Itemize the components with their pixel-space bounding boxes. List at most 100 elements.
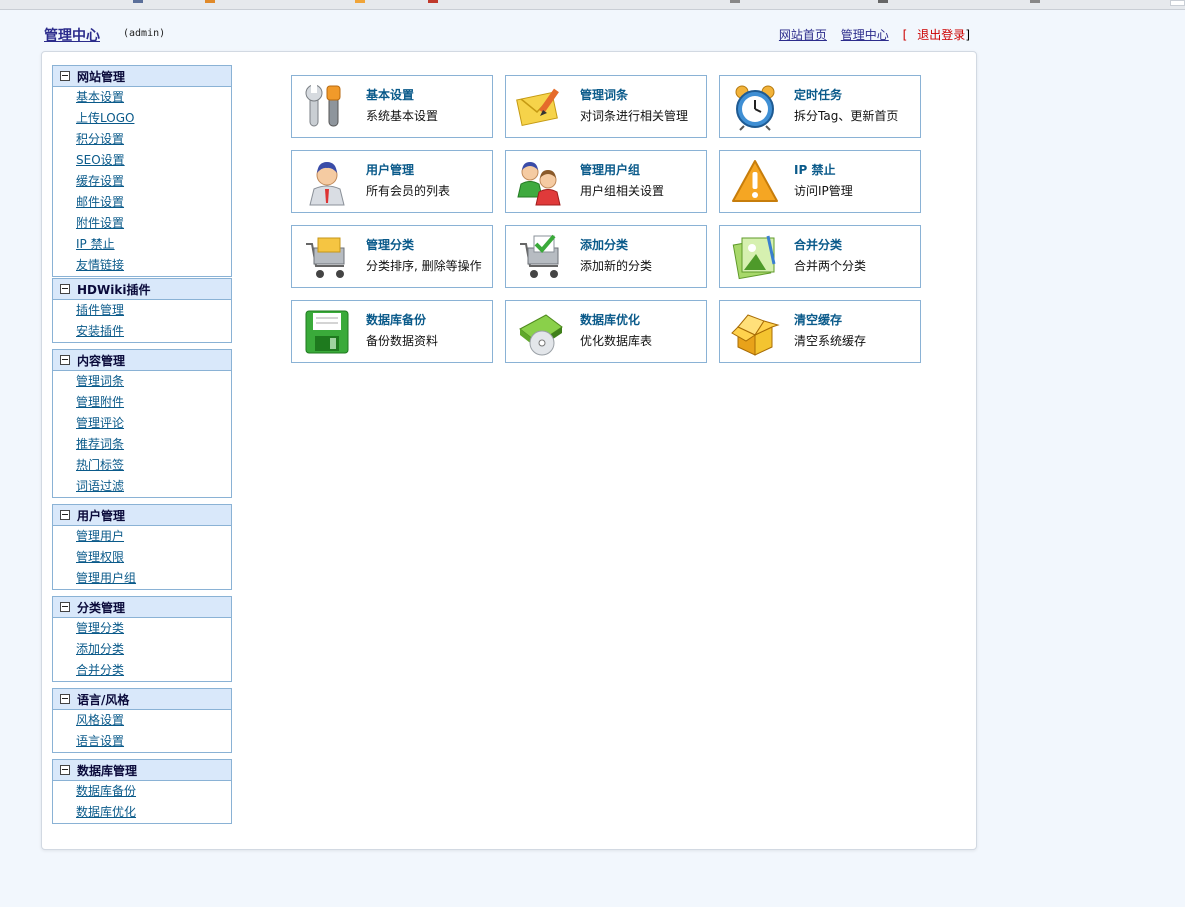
sidebar-item[interactable]: 推荐词条 [53, 434, 231, 455]
tile-description: 添加新的分类 [580, 259, 653, 273]
envelope-pencil-icon[interactable] [516, 82, 566, 132]
cart-folder-icon[interactable] [302, 232, 352, 282]
logout-link[interactable]: 退出登录 [917, 28, 965, 42]
window-corner [1170, 0, 1185, 6]
quick-tile[interactable]: IP 禁止 访问IP管理 [719, 150, 921, 213]
collapse-toggle-icon[interactable] [60, 602, 70, 612]
tab-favicon [133, 0, 143, 3]
quick-tile[interactable]: 管理词条对词条进行相关管理 [505, 75, 707, 138]
page-title[interactable]: 管理中心 [44, 25, 100, 45]
quick-tile[interactable]: 清空缓存清空系统缓存 [719, 300, 921, 363]
sidebar-item[interactable]: 安装插件 [53, 321, 231, 342]
cart-add-icon[interactable] [516, 232, 566, 282]
menu-group-header[interactable]: HDWiki插件 [53, 279, 231, 300]
bracket-open: [ [902, 28, 908, 42]
sidebar-item[interactable]: 管理用户组 [53, 568, 231, 589]
tile-description: 优化数据库表 [580, 334, 653, 348]
menu-group: 语言/风格风格设置 语言设置 [52, 688, 232, 753]
tile-title[interactable]: 管理词条 [580, 86, 628, 103]
menu-group-header[interactable]: 网站管理 [53, 66, 231, 87]
tile-title[interactable]: 管理用户组 [580, 161, 640, 178]
quick-tile[interactable]: 用户管理 所有会员的列表 [291, 150, 493, 213]
admin-center-link[interactable]: 管理中心 [841, 28, 889, 42]
floppy-disk-icon[interactable] [302, 307, 352, 357]
sidebar-item[interactable]: 语言设置 [53, 731, 231, 752]
tools-icon[interactable] [302, 82, 352, 132]
sidebar-item[interactable]: 词语过滤 [53, 476, 231, 497]
sidebar-item[interactable]: 附件设置 [53, 213, 231, 234]
sidebar-item[interactable]: 管理评论 [53, 413, 231, 434]
collapse-toggle-icon[interactable] [60, 765, 70, 775]
quick-tile[interactable]: 定时任务拆分Tag、更新首页 [719, 75, 921, 138]
menu-group-header[interactable]: 分类管理 [53, 597, 231, 618]
tile-title[interactable]: 数据库备份 [366, 311, 426, 328]
tile-description: 清空系统缓存 [794, 334, 867, 348]
tile-title[interactable]: IP 禁止 [794, 161, 835, 178]
sidebar-item[interactable]: IP 禁止 [53, 234, 231, 255]
collapse-toggle-icon[interactable] [60, 355, 70, 365]
menu-group: 内容管理管理词条 管理附件 管理评论 推荐词条 热门标签 词语过滤 [52, 349, 232, 498]
quick-tile[interactable]: 管理用户组 用户组相关设置 [505, 150, 707, 213]
sidebar-item[interactable]: 合并分类 [53, 660, 231, 681]
sidebar-item[interactable]: 积分设置 [53, 129, 231, 150]
sidebar-item[interactable]: 邮件设置 [53, 192, 231, 213]
menu-group-title: 用户管理 [77, 508, 126, 523]
alarm-clock-icon[interactable] [730, 82, 780, 132]
sidebar-item[interactable]: 友情链接 [53, 255, 231, 276]
users-group-icon[interactable] [516, 157, 566, 207]
menu-group-header[interactable]: 数据库管理 [53, 760, 231, 781]
sidebar-item[interactable]: 管理分类 [53, 618, 231, 639]
menu-group-title: 分类管理 [77, 600, 126, 615]
user-icon[interactable] [302, 157, 352, 207]
sidebar-item[interactable]: 管理用户 [53, 526, 231, 547]
disc-icon[interactable] [516, 307, 566, 357]
menu-group-header[interactable]: 语言/风格 [53, 689, 231, 710]
open-box-icon[interactable] [730, 307, 780, 357]
collapse-toggle-icon[interactable] [60, 694, 70, 704]
tile-title[interactable]: 合并分类 [794, 236, 842, 253]
sidebar-item[interactable]: 插件管理 [53, 300, 231, 321]
sidebar-item[interactable]: 管理附件 [53, 392, 231, 413]
tile-title[interactable]: 数据库优化 [580, 311, 640, 328]
sidebar-item[interactable]: 基本设置 [53, 87, 231, 108]
tile-description: 拆分Tag、更新首页 [794, 109, 899, 123]
tile-title[interactable]: 定时任务 [794, 86, 842, 103]
tile-title[interactable]: 清空缓存 [794, 311, 842, 328]
sidebar-item[interactable]: 添加分类 [53, 639, 231, 660]
quick-tile[interactable]: 数据库备份 备份数据资料 [291, 300, 493, 363]
tile-title[interactable]: 基本设置 [366, 86, 414, 103]
sidebar-item[interactable]: 上传LOGO [53, 108, 231, 129]
menu-group-header[interactable]: 内容管理 [53, 350, 231, 371]
collapse-toggle-icon[interactable] [60, 284, 70, 294]
sidebar-item[interactable]: 缓存设置 [53, 171, 231, 192]
quick-tile[interactable]: 数据库优化优化数据库表 [505, 300, 707, 363]
quick-tile[interactable]: 基本设置 系统基本设置 [291, 75, 493, 138]
menu-group-header[interactable]: 用户管理 [53, 505, 231, 526]
menu-group: 用户管理管理用户 管理权限 管理用户组 [52, 504, 232, 590]
site-home-link[interactable]: 网站首页 [779, 28, 827, 42]
tile-description: 对词条进行相关管理 [580, 109, 689, 123]
tile-title[interactable]: 添加分类 [580, 236, 628, 253]
menu-group-title: 语言/风格 [77, 692, 130, 707]
logout-wrapper: [退出登录] [903, 28, 970, 42]
sidebar-item[interactable]: 管理词条 [53, 371, 231, 392]
sidebar-item[interactable]: 风格设置 [53, 710, 231, 731]
sidebar-item[interactable]: 数据库优化 [53, 802, 231, 823]
menu-group-title: 内容管理 [77, 353, 126, 368]
tile-title[interactable]: 用户管理 [366, 161, 414, 178]
tab-favicon [878, 0, 888, 3]
collapse-toggle-icon[interactable] [60, 71, 70, 81]
merge-image-icon[interactable] [730, 232, 780, 282]
sidebar-item[interactable]: 管理权限 [53, 547, 231, 568]
collapse-toggle-icon[interactable] [60, 510, 70, 520]
warning-icon[interactable] [730, 157, 780, 207]
tab-favicon [355, 0, 365, 3]
tile-title[interactable]: 管理分类 [366, 236, 414, 253]
sidebar-item[interactable]: 数据库备份 [53, 781, 231, 802]
quick-tile[interactable]: 合并分类 合并两个分类 [719, 225, 921, 288]
sidebar-item[interactable]: 热门标签 [53, 455, 231, 476]
quick-tile[interactable]: 添加分类添加新的分类 [505, 225, 707, 288]
sidebar-item[interactable]: SEO设置 [53, 150, 231, 171]
menu-group: 网站管理 基本设置 上传LOGO 积分设置 SEO设置 缓存设置 邮件设置 附件设置 IP 禁止… [52, 65, 232, 277]
quick-tile[interactable]: 管理分类 分类排序, 删除等操作 [291, 225, 493, 288]
